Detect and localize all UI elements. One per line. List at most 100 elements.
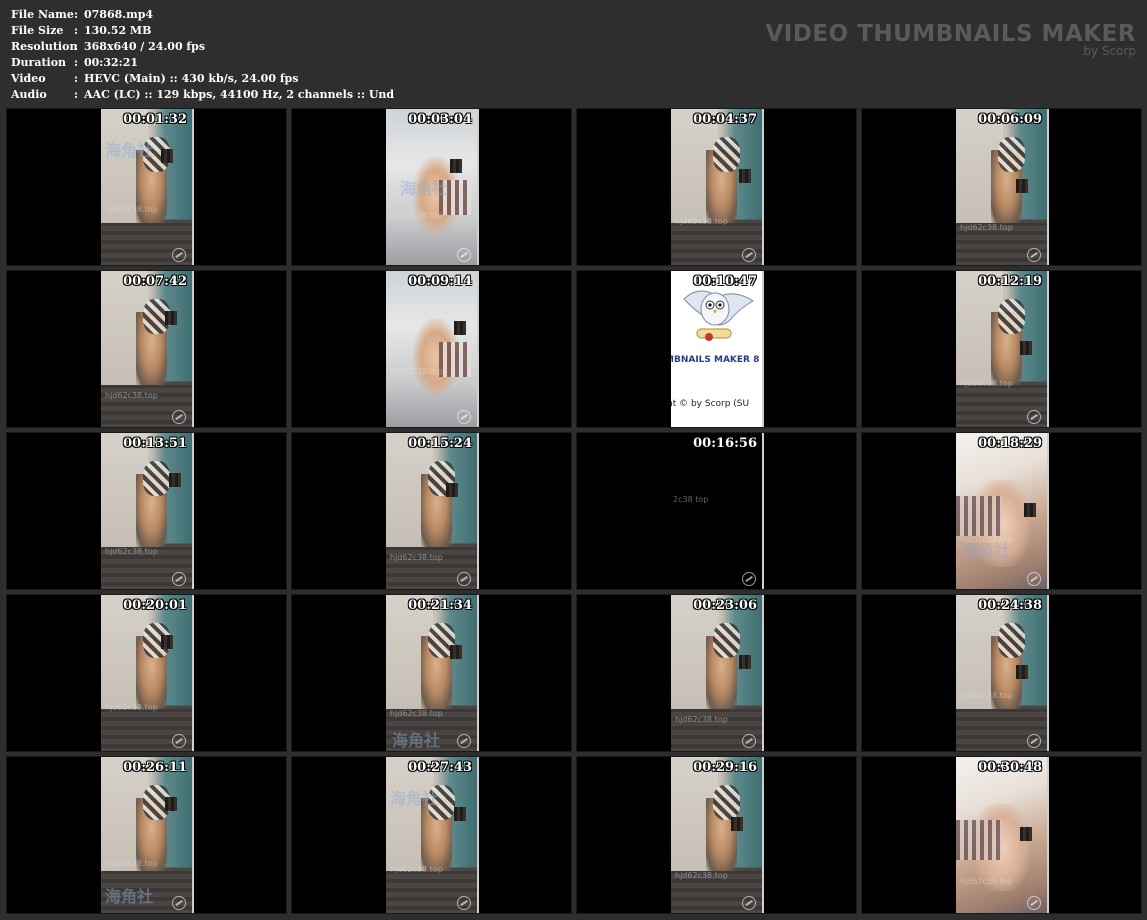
thumbnail-frame: hjd62c38.top 海角社 00:21:34 bbox=[386, 595, 479, 751]
thumbnail-frame: 2c38 top 00:16:56 bbox=[671, 433, 764, 589]
mosaic-censor bbox=[165, 311, 177, 325]
watermark-site: hjd62c38.top bbox=[105, 205, 158, 214]
thumbnail-timestamp: 00:18:29 bbox=[978, 436, 1042, 451]
thumbnail-timestamp: 00:24:38 bbox=[978, 598, 1042, 613]
owl-mascot-icon bbox=[683, 290, 754, 341]
watermark-site: hjd62c38.top bbox=[105, 391, 158, 400]
logo-badge-icon bbox=[742, 248, 756, 262]
thumbnail-cell[interactable]: MBNAILS MAKER 8 nt © by Scorp (SU 00:10:47 bbox=[576, 270, 857, 428]
thumbnail-cell[interactable]: hjd62c38.top 海角社 00:27:43 bbox=[291, 756, 572, 914]
watermark-cjk: 海角社 bbox=[392, 731, 441, 750]
thumbnail-cell[interactable]: hjd62c38.top 00:29:16 bbox=[576, 756, 857, 914]
thumbnail-cell[interactable]: hjd62c38.top 海角社 00:18:29 bbox=[861, 432, 1142, 590]
logo-badge-icon bbox=[172, 734, 186, 748]
watermark-site: hjd62c38.top bbox=[960, 691, 1013, 700]
mosaic-censor bbox=[739, 655, 751, 669]
logo-badge-icon bbox=[742, 734, 756, 748]
logo-frame-copyright: nt © by Scorp (SU bbox=[671, 399, 750, 409]
watermark-site: hjd62c38.top bbox=[960, 379, 1013, 388]
logo-badge-icon bbox=[1027, 572, 1041, 586]
thumbnail-frame: hjd62c38.top 00:24:38 bbox=[956, 595, 1049, 751]
thumbnail-frame: hjd62c38.top 海角社 00:18:29 bbox=[956, 433, 1049, 589]
thumbnail-frame: MBNAILS MAKER 8 nt © by Scorp (SU 00:10:47 bbox=[671, 271, 764, 427]
info-value: AAC (LC) :: 129 kbps, 44100 Hz, 2 channe… bbox=[84, 88, 395, 101]
thumbnail-cell[interactable]: hjd62c38.top 00:09:14 bbox=[291, 270, 572, 428]
thumbnail-timestamp: 00:12:19 bbox=[978, 274, 1042, 289]
watermark-cjk: 海角社 bbox=[962, 541, 1011, 560]
thumbnail-cell[interactable]: hjd62c38.top 00:04:37 bbox=[576, 108, 857, 266]
thumbnail-frame: hjd62c38.top 00:15:24 bbox=[386, 433, 479, 589]
frame-fabric bbox=[712, 623, 741, 659]
info-key: File Size bbox=[11, 24, 64, 37]
watermark-site: hjd62c38.top bbox=[675, 871, 728, 880]
thumbnail-timestamp: 00:20:01 bbox=[123, 598, 187, 613]
info-separator: : bbox=[74, 88, 79, 101]
thumbnail-cell[interactable]: hjd62c38.top 海角社 00:26:11 bbox=[6, 756, 287, 914]
thumbnail-timestamp: 00:01:32 bbox=[123, 112, 187, 127]
thumbnail-timestamp: 00:09:14 bbox=[408, 274, 472, 289]
thumbnail-cell[interactable]: hjd62c38.top 00:15:24 bbox=[291, 432, 572, 590]
thumbnail-timestamp: 00:10:47 bbox=[693, 274, 757, 289]
logo-badge-icon bbox=[457, 248, 471, 262]
frame-fabric bbox=[997, 299, 1026, 335]
thumbnail-cell[interactable]: hjd62c38.top 00:13:51 bbox=[6, 432, 287, 590]
logo-badge-icon bbox=[1027, 734, 1041, 748]
info-separator: : bbox=[74, 72, 79, 85]
info-value: 368x640 / 24.00 fps bbox=[84, 40, 206, 53]
thumbnail-frame: hjd62c38.top 00:30:48 bbox=[956, 757, 1049, 913]
logo-badge-icon bbox=[1027, 248, 1041, 262]
info-separator: : bbox=[74, 56, 79, 69]
watermark-site: hjd62c38.top bbox=[960, 877, 1013, 886]
watermark-site: hjd62c38.top bbox=[105, 859, 158, 868]
thumbnail-timestamp: 00:21:34 bbox=[408, 598, 472, 613]
thumbnail-frame: hjd62c38.top 00:20:01 bbox=[101, 595, 194, 751]
watermark-site: 2c38 top bbox=[673, 495, 709, 504]
mosaic-censor bbox=[450, 159, 462, 173]
watermark-site: hjd62c38.top bbox=[390, 367, 443, 376]
thumbnail-cell[interactable]: 2c38 top 00:16:56 bbox=[576, 432, 857, 590]
watermark-cjk: 海角社 bbox=[105, 887, 154, 906]
mosaic-censor bbox=[161, 149, 173, 163]
thumbnail-sheet: File Name : 07868.mp4 File Size : 130.52… bbox=[0, 0, 1147, 920]
media-info: File Name : 07868.mp4 File Size : 130.52… bbox=[11, 7, 394, 103]
watermark-site: hjd62c38.top bbox=[105, 547, 158, 556]
logo-badge-icon bbox=[457, 896, 471, 910]
watermark-cjk: 海角社 bbox=[390, 789, 439, 808]
thumbnail-cell[interactable]: hjd62c38.top 00:23:06 bbox=[576, 594, 857, 752]
thumbnail-cell[interactable]: hjd62c38.top 00:30:48 bbox=[861, 756, 1142, 914]
thumbnail-frame: hjd62c38.top 海角社 00:03:04 bbox=[386, 109, 479, 265]
info-value: 130.52 MB bbox=[84, 24, 152, 37]
info-separator: : bbox=[74, 24, 79, 37]
thumbnail-cell[interactable]: hjd62c38.top 海角社 00:21:34 bbox=[291, 594, 572, 752]
thumbnail-grid: hjd62c38.top 海角社 00:01:32 hjd62c38.top 海角社 00… bbox=[6, 108, 1142, 916]
logo-badge-icon bbox=[742, 896, 756, 910]
mosaic-censor bbox=[446, 483, 458, 497]
mosaic-censor bbox=[169, 473, 181, 487]
thumbnail-cell[interactable]: hjd62c38.top 海角社 00:01:32 bbox=[6, 108, 287, 266]
frame-fabric bbox=[438, 342, 471, 377]
mosaic-censor bbox=[1016, 179, 1028, 193]
mosaic-censor bbox=[1024, 503, 1036, 517]
thumbnail-frame: hjd62c38.top 00:06:09 bbox=[956, 109, 1049, 265]
thumbnail-cell[interactable]: hjd62c38.top 00:06:09 bbox=[861, 108, 1142, 266]
thumbnail-cell[interactable]: hjd62c38.top 00:07:42 bbox=[6, 270, 287, 428]
info-row-resolution: Resolution : 368x640 / 24.00 fps bbox=[11, 39, 394, 55]
watermark-cjk: 海角社 bbox=[105, 141, 154, 160]
thumbnail-cell[interactable]: hjd62c38.top 00:12:19 bbox=[861, 270, 1142, 428]
thumbnail-cell[interactable]: hjd62c38.top 00:20:01 bbox=[6, 594, 287, 752]
thumbnail-timestamp: 00:03:04 bbox=[408, 112, 472, 127]
info-key: Resolution bbox=[11, 40, 78, 53]
info-separator: : bbox=[74, 40, 79, 53]
watermark-site: hjd62c38.top bbox=[105, 703, 158, 712]
mosaic-censor bbox=[731, 817, 743, 831]
logo-badge-icon bbox=[457, 410, 471, 424]
thumbnail-frame: hjd62c38.top 00:07:42 bbox=[101, 271, 194, 427]
thumbnail-frame: hjd62c38.top 00:12:19 bbox=[956, 271, 1049, 427]
thumbnail-cell[interactable]: hjd62c38.top 海角社 00:03:04 bbox=[291, 108, 572, 266]
thumbnail-timestamp: 00:04:37 bbox=[693, 112, 757, 127]
thumbnail-timestamp: 00:30:48 bbox=[978, 760, 1042, 775]
thumbnail-frame: hjd62c38.top 海角社 00:01:32 bbox=[101, 109, 194, 265]
mosaic-censor bbox=[1016, 665, 1028, 679]
thumbnail-timestamp: 00:15:24 bbox=[408, 436, 472, 451]
thumbnail-cell[interactable]: hjd62c38.top 00:24:38 bbox=[861, 594, 1142, 752]
